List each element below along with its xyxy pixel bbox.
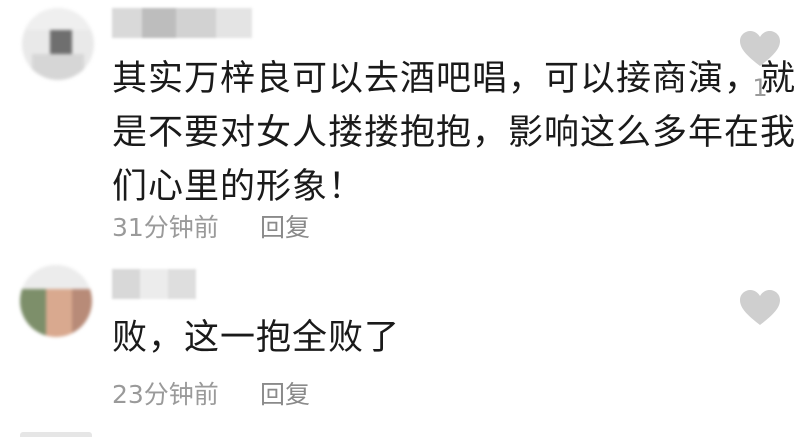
comment-item: 败，这一抱全败了 23分钟前 回复 [0,255,805,437]
like-count: 1 [752,74,768,102]
heart-icon [740,290,780,325]
comment-meta: 23分钟前 回复 [112,375,310,411]
comment-time: 23分钟前 [112,380,219,409]
username-redacted[interactable] [112,269,196,299]
reply-button[interactable]: 回复 [260,375,310,411]
reply-button[interactable]: 回复 [260,208,310,244]
like-button[interactable] [736,289,784,333]
next-comment-avatar-edge [20,432,92,437]
comment-item: 其实万梓良可以去酒吧唱，可以接商演，就 是不要对女人搂搂抱抱，影响这么多年在我 … [0,0,805,255]
comment-text: 其实万梓良可以去酒吧唱，可以接商演，就 是不要对女人搂搂抱抱，影响这么多年在我 … [112,59,797,207]
comment-meta: 31分钟前 回复 [112,208,310,244]
username-redacted[interactable] [112,8,252,38]
like-button[interactable]: 1 [736,30,784,102]
heart-icon [740,31,780,66]
comment-text: 败，这一抱全败了 [112,318,401,358]
comment-time: 31分钟前 [112,213,219,242]
avatar[interactable] [20,265,92,337]
avatar[interactable] [22,8,94,80]
